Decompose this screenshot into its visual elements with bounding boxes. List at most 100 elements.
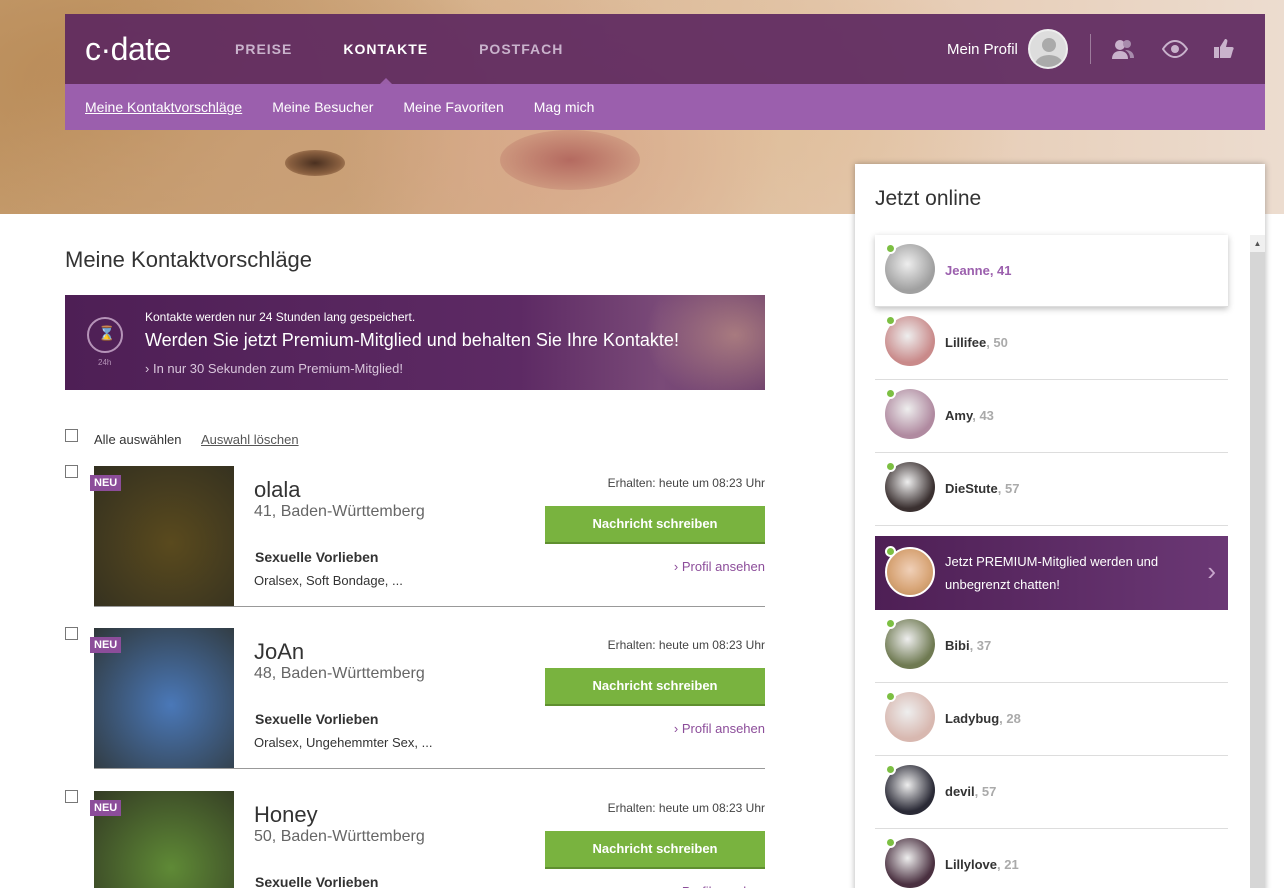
subnav-favoriten[interactable]: Meine Favoriten	[403, 99, 503, 115]
logo[interactable]: c·date	[85, 31, 235, 68]
online-user-age: , 57	[974, 784, 997, 799]
contact-card: NEU olala 41, Baden-Württemberg Sexuelle…	[90, 466, 765, 607]
online-status-icon	[885, 546, 896, 557]
online-user-name[interactable]: DieStute, 57	[945, 481, 1019, 496]
online-user-name[interactable]: devil, 57	[945, 784, 996, 799]
online-user[interactable]: Ladybug, 28	[875, 683, 1228, 756]
hero-image-detail	[285, 150, 345, 176]
my-profile-label[interactable]: Mein Profil	[947, 41, 1018, 58]
contact-checkbox[interactable]	[65, 790, 78, 803]
main-nav: PREISE KONTAKTE POSTFACH	[235, 41, 614, 85]
select-all-label[interactable]: Alle auswählen	[94, 432, 181, 447]
contact-checkbox[interactable]	[65, 465, 78, 478]
view-profile-link[interactable]: › Profil ansehen	[674, 884, 765, 888]
online-user-name-text[interactable]: Ladybug	[945, 711, 999, 726]
online-user[interactable]: Bibi, 37	[875, 610, 1228, 683]
preferences-heading: Sexuelle Vorlieben	[255, 874, 379, 888]
online-user-age: , 57	[997, 481, 1020, 496]
online-user-name-text[interactable]: Lillifee	[945, 335, 986, 350]
contact-checkbox[interactable]	[65, 627, 78, 640]
online-user[interactable]: DieStute, 57	[875, 453, 1228, 526]
chevron-right-icon[interactable]: ›	[1207, 556, 1216, 587]
online-user-name-text[interactable]: Bibi	[945, 638, 970, 653]
write-message-button[interactable]: Nachricht schreiben	[545, 506, 765, 544]
hourglass-icon	[87, 317, 123, 353]
nav-preise[interactable]: PREISE	[235, 41, 292, 57]
online-status-icon	[885, 243, 896, 254]
contact-name[interactable]: olala	[254, 477, 300, 503]
contact-location: 48, Baden-Württemberg	[254, 665, 425, 682]
view-profile-link[interactable]: › Profil ansehen	[674, 721, 765, 736]
view-profile-link[interactable]: › Profil ansehen	[674, 559, 765, 574]
sub-navigation: Meine Kontaktvorschläge Meine Besucher M…	[65, 84, 1265, 130]
online-user-age: , 41	[989, 263, 1012, 278]
premium-chat-promo[interactable]: Jetzt PREMIUM-Mitglied werden und unbegr…	[875, 536, 1228, 610]
contact-name[interactable]: JoAn	[254, 639, 304, 665]
received-time: Erhalten: heute um 08:23 Uhr	[607, 476, 765, 490]
online-user-name-text[interactable]: DieStute	[945, 481, 998, 496]
premium-banner[interactable]: 24h Kontakte werden nur 24 Stunden lang …	[65, 295, 765, 390]
online-user-name[interactable]: Lillifee, 50	[945, 335, 1008, 350]
contact-name[interactable]: Honey	[254, 802, 318, 828]
view-profile-label[interactable]: Profil ansehen	[682, 884, 765, 888]
subnav-mag-mich[interactable]: Mag mich	[534, 99, 595, 115]
banner-info: Kontakte werden nur 24 Stunden lang gesp…	[145, 310, 416, 324]
online-user-name[interactable]: Bibi, 37	[945, 638, 991, 653]
online-user-name[interactable]: Amy, 43	[945, 408, 994, 423]
online-status-icon	[885, 764, 896, 775]
online-user-name[interactable]: Ladybug, 28	[945, 711, 1021, 726]
online-user-name-text[interactable]: Jeanne	[945, 263, 990, 278]
banner-link[interactable]: › In nur 30 Sekunden zum Premium-Mitglie…	[145, 361, 403, 376]
view-profile-label[interactable]: Profil ansehen	[682, 721, 765, 736]
eye-icon[interactable]	[1161, 38, 1189, 60]
scroll-up-icon[interactable]: ▲	[1250, 235, 1265, 252]
online-user-age: , 37	[969, 638, 992, 653]
banner-link-label[interactable]: In nur 30 Sekunden zum Premium-Mitglied!	[153, 361, 403, 376]
scrollbar[interactable]: ▲	[1250, 235, 1265, 888]
online-status-icon	[885, 388, 896, 399]
preferences-text: Oralsex, Soft Bondage, ...	[254, 573, 403, 588]
new-badge: NEU	[90, 475, 122, 491]
nav-postfach[interactable]: POSTFACH	[479, 41, 563, 57]
online-panel: Jetzt online Jeanne, 41 Lillifee, 50 Amy…	[855, 164, 1265, 888]
select-all-checkbox[interactable]	[65, 429, 78, 442]
received-time: Erhalten: heute um 08:23 Uhr	[607, 801, 765, 815]
online-user[interactable]: Amy, 43	[875, 380, 1228, 453]
online-user[interactable]: Jeanne, 41	[875, 235, 1228, 307]
write-message-button[interactable]: Nachricht schreiben	[545, 831, 765, 869]
promo-text[interactable]: Jetzt PREMIUM-Mitglied werden und unbegr…	[945, 550, 1185, 596]
online-status-icon	[885, 837, 896, 848]
online-user-name-text[interactable]: Lillylove	[945, 857, 997, 872]
online-user[interactable]: Lillifee, 50	[875, 307, 1228, 380]
thumbs-up-icon[interactable]	[1212, 38, 1236, 60]
divider	[1090, 34, 1091, 64]
page-title: Meine Kontaktvorschläge	[65, 247, 313, 272]
preferences-text: Oralsex, Ungehemmter Sex, ...	[254, 735, 433, 750]
subnav-besucher[interactable]: Meine Besucher	[272, 99, 373, 115]
preferences-heading: Sexuelle Vorlieben	[255, 549, 379, 565]
avatar[interactable]	[1027, 29, 1068, 69]
write-message-button[interactable]: Nachricht schreiben	[545, 668, 765, 706]
my-profile[interactable]: Mein Profil	[947, 14, 1068, 84]
preferences-heading: Sexuelle Vorlieben	[255, 711, 379, 727]
nav-kontakte[interactable]: KONTAKTE	[343, 41, 428, 85]
contacts-icon[interactable]	[1111, 38, 1135, 60]
contact-card: NEU Honey 50, Baden-Württemberg Sexuelle…	[90, 791, 765, 888]
online-user-name-text[interactable]: Amy	[945, 408, 972, 423]
new-badge: NEU	[90, 800, 122, 816]
new-badge: NEU	[90, 637, 122, 653]
online-user-name-text[interactable]: devil	[945, 784, 975, 799]
online-user[interactable]: devil, 57	[875, 756, 1228, 829]
online-user-name[interactable]: Lillylove, 21	[945, 857, 1019, 872]
online-user-age: , 43	[972, 408, 994, 423]
subnav-kontaktvorschlaege[interactable]: Meine Kontaktvorschläge	[85, 99, 242, 115]
view-profile-label[interactable]: Profil ansehen	[682, 559, 765, 574]
online-user-name[interactable]: Jeanne, 41	[945, 263, 1012, 278]
contact-card: NEU JoAn 48, Baden-Württemberg Sexuelle …	[90, 628, 765, 769]
online-user[interactable]: Lillylove, 21	[875, 829, 1228, 888]
clear-selection-link[interactable]: Auswahl löschen	[201, 432, 299, 447]
contact-location: 50, Baden-Württemberg	[254, 828, 425, 845]
top-navigation-bar: c·date PREISE KONTAKTE POSTFACH Mein Pro…	[65, 14, 1265, 85]
online-status-icon	[885, 618, 896, 629]
online-user-age: , 21	[997, 857, 1019, 872]
